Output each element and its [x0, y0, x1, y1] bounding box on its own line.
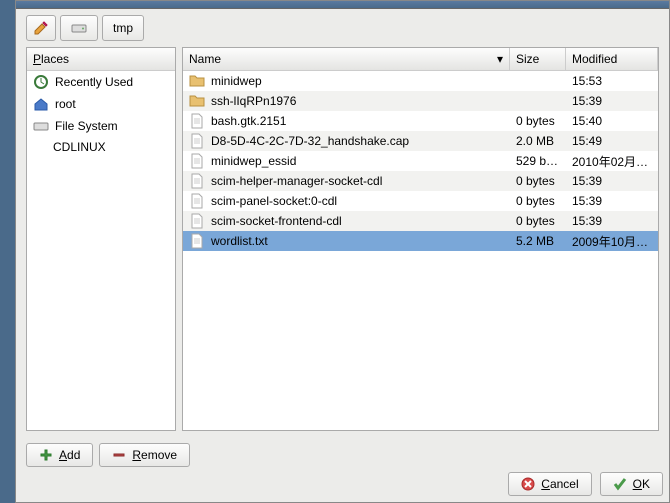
- file-modified: 2010年02月02日: [566, 151, 658, 172]
- file-name: minidwep: [211, 74, 262, 88]
- file-icon: [189, 133, 205, 149]
- cancel-icon: [521, 477, 535, 491]
- file-size: 0 bytes: [510, 192, 566, 210]
- file-modified: 15:49: [566, 132, 658, 150]
- file-name: bash.gtk.2151: [211, 114, 286, 128]
- file-name: minidwep_essid: [211, 154, 296, 168]
- folder-icon: [189, 93, 205, 109]
- file-name: scim-socket-frontend-cdl: [211, 214, 342, 228]
- place-cdlinux[interactable]: CDLINUX: [27, 137, 175, 157]
- file-size: 5.2 MB: [510, 232, 566, 250]
- file-modified: 15:53: [566, 72, 658, 90]
- file-icon: [189, 193, 205, 209]
- place-filesystem[interactable]: File System: [27, 115, 175, 137]
- folder-icon: [189, 73, 205, 89]
- file-row[interactable]: scim-helper-manager-socket-cdl 0 bytes15:…: [183, 171, 658, 191]
- place-label: root: [55, 97, 76, 111]
- file-modified: 15:39: [566, 212, 658, 230]
- file-modified: 15:39: [566, 192, 658, 210]
- place-recently-used[interactable]: Recently Used: [27, 71, 175, 93]
- home-icon: [33, 96, 49, 112]
- ok-icon: [613, 477, 627, 491]
- file-name: ssh-lIqRPn1976: [211, 94, 296, 108]
- sort-indicator-icon: ▾: [497, 52, 503, 66]
- edit-path-button[interactable]: [26, 15, 56, 41]
- places-header: Places: [27, 48, 175, 71]
- cancel-label: ancel: [550, 477, 579, 491]
- add-label: dd: [67, 448, 80, 462]
- file-modified: 15:39: [566, 92, 658, 110]
- file-icon: [189, 153, 205, 169]
- drive-icon: [33, 118, 49, 134]
- dialog-footer: Cancel OK: [508, 472, 663, 496]
- place-label: File System: [55, 119, 118, 133]
- column-header-size[interactable]: Size: [510, 48, 566, 70]
- path-segment-drive[interactable]: [60, 15, 98, 41]
- ok-button[interactable]: OK: [600, 472, 663, 496]
- file-row[interactable]: ssh-lIqRPn1976 15:39: [183, 91, 658, 111]
- file-name: scim-panel-socket:0-cdl: [211, 194, 337, 208]
- file-list-rows: minidwep15:53ssh-lIqRPn197615:39bash.gtk…: [183, 71, 658, 430]
- file-icon: [189, 173, 205, 189]
- file-icon: [189, 213, 205, 229]
- remove-label: emove: [141, 448, 177, 462]
- titlebar: [16, 1, 669, 9]
- pencil-icon: [33, 20, 49, 36]
- path-label: tmp: [113, 21, 133, 35]
- file-size: 0 bytes: [510, 112, 566, 130]
- places-panel: Places Recently Used root File System CD…: [26, 47, 176, 431]
- file-row[interactable]: scim-socket-frontend-cdl 0 bytes15:39: [183, 211, 658, 231]
- file-row[interactable]: D8-5D-4C-2C-7D-32_handshake.cap 2.0 MB15:…: [183, 131, 658, 151]
- column-header-name[interactable]: Name ▾: [183, 48, 510, 70]
- file-row[interactable]: scim-panel-socket:0-cdl 0 bytes15:39: [183, 191, 658, 211]
- places-header-label: laces: [41, 52, 69, 66]
- file-row[interactable]: wordlist.txt 5.2 MB2009年10月09日: [183, 231, 658, 251]
- plus-icon: [39, 448, 53, 462]
- file-icon: [189, 233, 205, 249]
- file-modified: 2009年10月09日: [566, 231, 658, 252]
- file-size: [510, 79, 566, 83]
- place-label: CDLINUX: [53, 140, 106, 154]
- drive-icon: [71, 20, 87, 36]
- column-header-modified[interactable]: Modified: [566, 48, 658, 70]
- file-name: D8-5D-4C-2C-7D-32_handshake.cap: [211, 134, 409, 148]
- file-size: [510, 99, 566, 103]
- place-root[interactable]: root: [27, 93, 175, 115]
- places-list: Recently Used root File System CDLINUX: [27, 71, 175, 430]
- file-modified: 15:40: [566, 112, 658, 130]
- file-row[interactable]: minidwep_essid 529 bytes2010年02月02日: [183, 151, 658, 171]
- place-label: Recently Used: [55, 75, 133, 89]
- places-buttons: Add Remove: [16, 437, 669, 473]
- body: Places Recently Used root File System CD…: [16, 47, 669, 437]
- file-list-header: Name ▾ Size Modified: [183, 48, 658, 71]
- file-size: 529 bytes: [510, 152, 566, 170]
- file-size: 0 bytes: [510, 212, 566, 230]
- add-button[interactable]: Add: [26, 443, 93, 467]
- remove-button[interactable]: Remove: [99, 443, 190, 467]
- file-name: wordlist.txt: [211, 234, 268, 248]
- file-size: 0 bytes: [510, 172, 566, 190]
- cancel-button[interactable]: Cancel: [508, 472, 591, 496]
- minus-icon: [112, 448, 126, 462]
- file-chooser-dialog: tmp Places Recently Used root File Syste…: [15, 0, 670, 503]
- file-icon: [189, 113, 205, 129]
- path-segment-tmp[interactable]: tmp: [102, 15, 144, 41]
- ok-label: K: [642, 477, 650, 491]
- file-size: 2.0 MB: [510, 132, 566, 150]
- file-row[interactable]: minidwep 15:53: [183, 71, 658, 91]
- clock-icon: [33, 74, 49, 90]
- file-row[interactable]: bash.gtk.2151 0 bytes15:40: [183, 111, 658, 131]
- file-modified: 15:39: [566, 172, 658, 190]
- file-name: scim-helper-manager-socket-cdl: [211, 174, 382, 188]
- toolbar: tmp: [16, 9, 669, 47]
- file-list-panel: Name ▾ Size Modified minidwep15:53ssh-lI…: [182, 47, 659, 431]
